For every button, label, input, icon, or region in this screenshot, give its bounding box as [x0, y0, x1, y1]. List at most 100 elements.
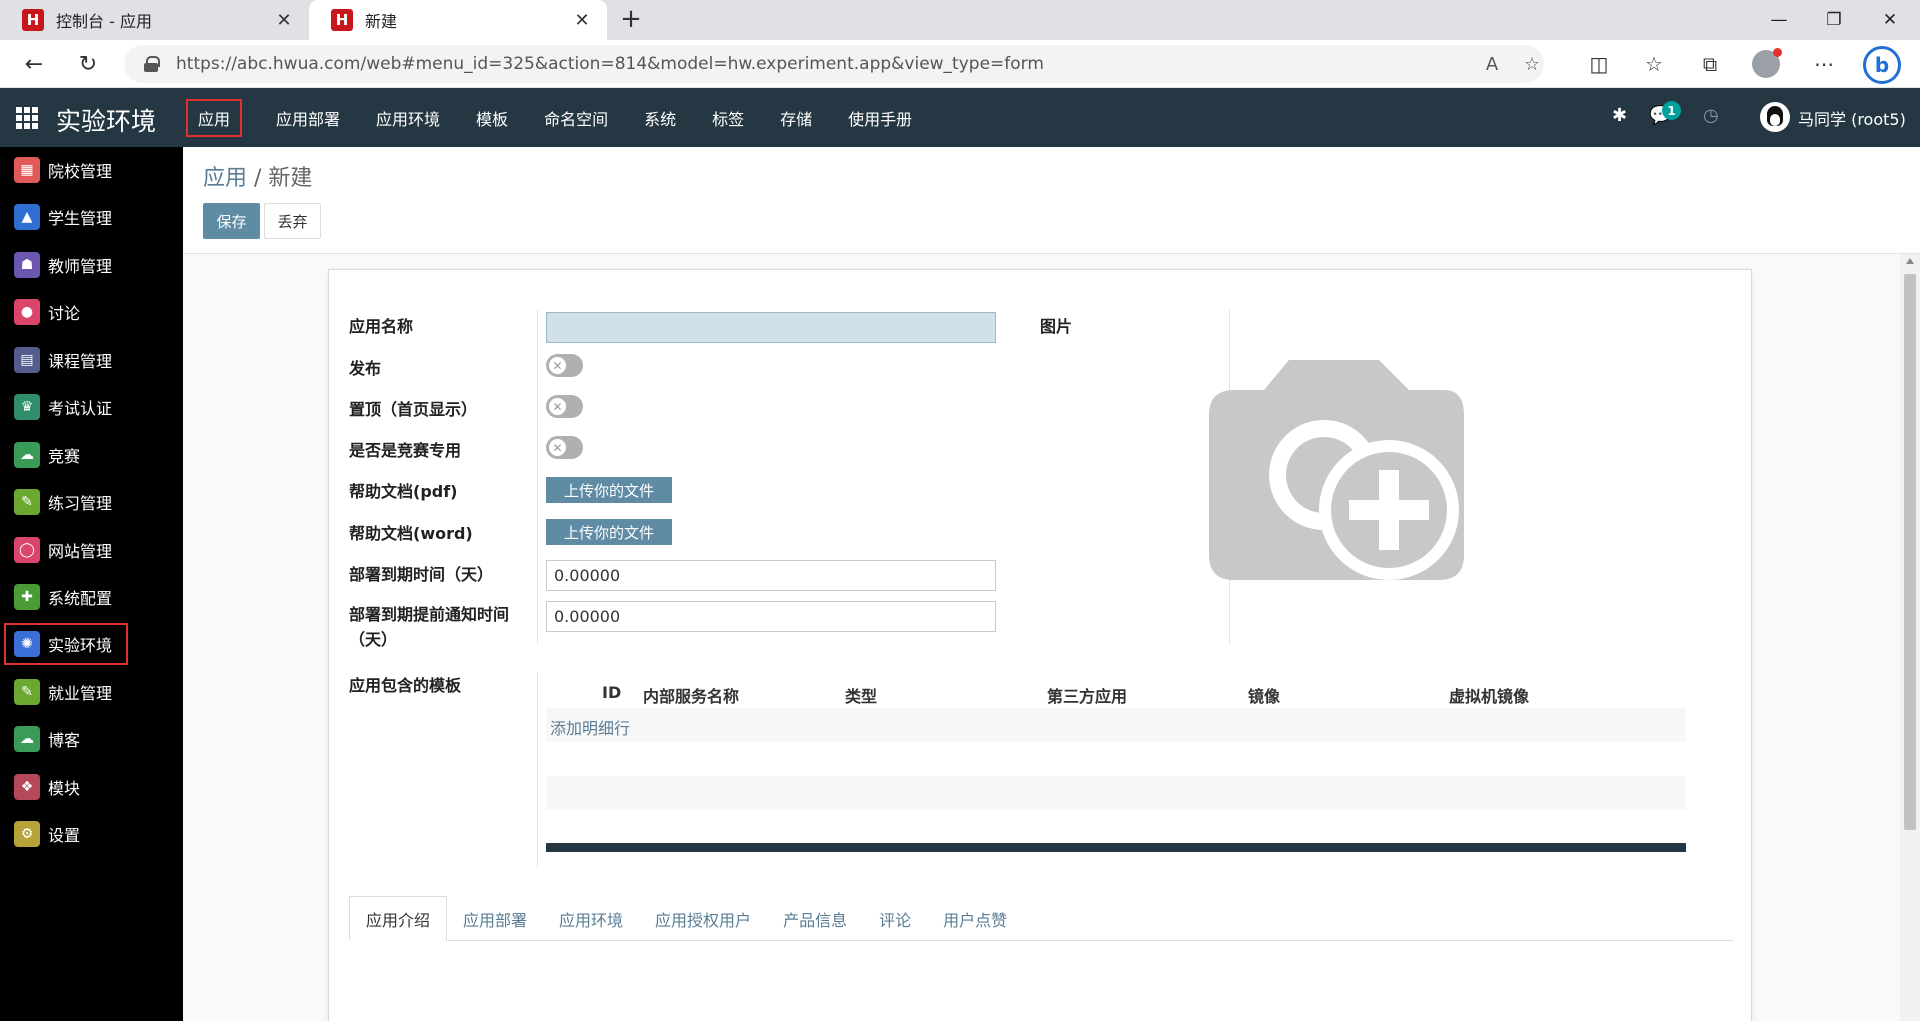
pin-top-toggle[interactable]: ✕ — [546, 395, 583, 418]
toggle-off-x-icon: ✕ — [549, 357, 566, 374]
column-header-id[interactable]: ID — [602, 683, 621, 702]
field-separator — [537, 672, 538, 867]
tab-app-env[interactable]: 应用环境 — [543, 896, 639, 941]
sidebar-item-label: 博客 — [48, 731, 81, 750]
menu-item-tag[interactable]: 标签 — [694, 88, 762, 147]
app-grid-icon[interactable] — [16, 107, 38, 129]
sidebar-item-settings[interactable]: ⚙ 设置 — [4, 813, 128, 855]
breadcrumb-parent-link[interactable]: 应用 — [203, 166, 247, 191]
field-separator — [537, 310, 538, 644]
column-header-third-party[interactable]: 第三方应用 — [1047, 683, 1127, 707]
column-header-internal-service[interactable]: 内部服务名称 — [643, 683, 739, 707]
reload-icon[interactable]: ↻ — [72, 48, 104, 80]
tab-app-intro[interactable]: 应用介绍 — [349, 896, 448, 941]
menu-item-template[interactable]: 模板 — [458, 88, 526, 147]
tab-comments[interactable]: 评论 — [863, 896, 927, 941]
restore-window-icon[interactable]: ❐ — [1808, 0, 1860, 40]
cloud-icon: ☁ — [14, 442, 40, 468]
read-aloud-icon[interactable]: A — [1476, 45, 1508, 83]
upload-word-button[interactable]: 上传你的文件 — [546, 519, 672, 545]
label-publish: 发布 — [349, 359, 382, 378]
menu-item-app[interactable]: 应用 — [186, 99, 243, 137]
collections-icon[interactable]: ⧉ — [1694, 48, 1726, 80]
bing-icon[interactable]: b — [1863, 46, 1901, 84]
sidebar-item-course[interactable]: ▤ 课程管理 — [4, 339, 128, 381]
sidebar-item-exam[interactable]: ♛ 考试认证 — [4, 386, 128, 428]
add-photo-camera-icon[interactable] — [1209, 360, 1469, 590]
minimize-window-icon[interactable]: — — [1753, 0, 1805, 40]
menu-item-app-deploy[interactable]: 应用部署 — [258, 88, 358, 147]
sidebar-item-lab-env[interactable]: ✺ 实验环境 — [4, 623, 128, 665]
back-arrow-icon[interactable]: ← — [18, 48, 50, 80]
menu-item-app-env[interactable]: 应用环境 — [358, 88, 458, 147]
toggle-off-x-icon: ✕ — [549, 398, 566, 415]
menu-item-manual[interactable]: 使用手册 — [830, 88, 930, 147]
favorites-icon[interactable]: ☆ — [1638, 48, 1670, 80]
save-button[interactable]: 保存 — [203, 203, 260, 239]
menu-item-storage[interactable]: 存储 — [762, 88, 830, 147]
sidebar-item-website[interactable]: ◯ 网站管理 — [4, 529, 128, 571]
notify-before-input[interactable]: 0.00000 — [546, 601, 996, 632]
sidebar-item-label: 设置 — [48, 826, 81, 845]
deploy-expiry-input[interactable]: 0.00000 — [546, 560, 996, 591]
table-footer-bar — [546, 843, 1686, 852]
favorite-star-icon[interactable]: ☆ — [1516, 45, 1548, 83]
activity-clock-icon[interactable]: ◷ — [1703, 105, 1719, 126]
menu-item-system[interactable]: 系统 — [626, 88, 694, 147]
column-header-vm-image[interactable]: 虚拟机镜像 — [1449, 683, 1529, 707]
label-help-pdf: 帮助文档(pdf) — [349, 482, 458, 501]
tab-authorized-users[interactable]: 应用授权用户 — [639, 896, 767, 941]
bug-icon[interactable]: ✱ — [1612, 105, 1627, 126]
browser-tab-new[interactable]: H 新建 ✕ — [309, 0, 607, 40]
sidebar-item-school[interactable]: ▦ 院校管理 — [4, 149, 128, 191]
publish-toggle[interactable]: ✕ — [546, 354, 583, 377]
sidebar-item-competition[interactable]: ☁ 竞赛 — [4, 434, 128, 476]
sidebar-item-blog[interactable]: ☁ 博客 — [4, 718, 128, 760]
column-header-type[interactable]: 类型 — [845, 683, 877, 707]
sidebar-item-exercise[interactable]: ✎ 练习管理 — [4, 481, 128, 523]
sidebar-item-discussion[interactable]: ● 讨论 — [4, 291, 128, 333]
sidebar-item-student[interactable]: ▲ 学生管理 — [4, 196, 128, 238]
scroll-up-arrow-icon[interactable] — [1906, 258, 1914, 264]
sidebar-item-label: 课程管理 — [48, 352, 113, 371]
menu-item-namespace[interactable]: 命名空间 — [526, 88, 626, 147]
sidebar-item-label: 网站管理 — [48, 542, 113, 561]
sidebar-item-label: 竞赛 — [48, 447, 81, 466]
tab-app-deploy[interactable]: 应用部署 — [447, 896, 543, 941]
tab-user-likes[interactable]: 用户点赞 — [927, 896, 1023, 941]
competition-only-toggle[interactable]: ✕ — [546, 436, 583, 459]
user-name[interactable]: 马同学 (root5) — [1798, 106, 1906, 130]
close-window-icon[interactable]: ✕ — [1864, 0, 1916, 40]
sidebar-item-system-config[interactable]: ✚ 系统配置 — [4, 576, 128, 618]
profile-avatar-icon[interactable] — [1752, 48, 1782, 78]
sidebar-item-employment[interactable]: ✎ 就业管理 — [4, 671, 128, 713]
sidebar-item-modules[interactable]: ❖ 模块 — [4, 766, 128, 808]
more-menu-icon[interactable]: ⋯ — [1808, 48, 1840, 80]
label-pin-top: 置顶（首页显示） — [349, 400, 478, 419]
discard-button[interactable]: 丢弃 — [264, 203, 321, 239]
label-competition-only: 是否是竞赛专用 — [349, 441, 462, 460]
new-tab-plus-icon[interactable]: + — [615, 4, 647, 36]
close-tab-icon[interactable]: ✕ — [571, 9, 593, 31]
label-image: 图片 — [1040, 317, 1073, 336]
column-header-image[interactable]: 镜像 — [1248, 683, 1280, 707]
tab-product-info[interactable]: 产品信息 — [767, 896, 863, 941]
url-field[interactable]: https://abc.hwua.com/web#menu_id=325&act… — [124, 45, 1544, 83]
scrollbar-thumb[interactable] — [1904, 274, 1916, 830]
app-name-input[interactable] — [546, 312, 996, 343]
add-line-link[interactable]: 添加明细行 — [550, 715, 630, 739]
site-favicon-icon: H — [22, 9, 44, 31]
sidebar-item-label: 实验环境 — [48, 636, 113, 655]
user-avatar[interactable] — [1760, 102, 1790, 132]
split-screen-icon[interactable]: ◫ — [1583, 48, 1615, 80]
label-notify-before: 部署到期提前通知时间（天） — [349, 605, 510, 649]
upload-pdf-button[interactable]: 上传你的文件 — [546, 477, 672, 503]
exercise-icon: ✎ — [14, 489, 40, 515]
vertical-scrollbar[interactable] — [1900, 254, 1920, 1021]
browser-tab-console[interactable]: H 控制台 - 应用 ✕ — [0, 0, 309, 40]
tab-title: 控制台 - 应用 — [56, 12, 152, 31]
gear-icon: ⚙ — [14, 821, 40, 847]
close-tab-icon[interactable]: ✕ — [273, 9, 295, 31]
sidebar-item-teacher[interactable]: ☗ 教师管理 — [4, 244, 128, 286]
table-row — [546, 742, 1686, 776]
